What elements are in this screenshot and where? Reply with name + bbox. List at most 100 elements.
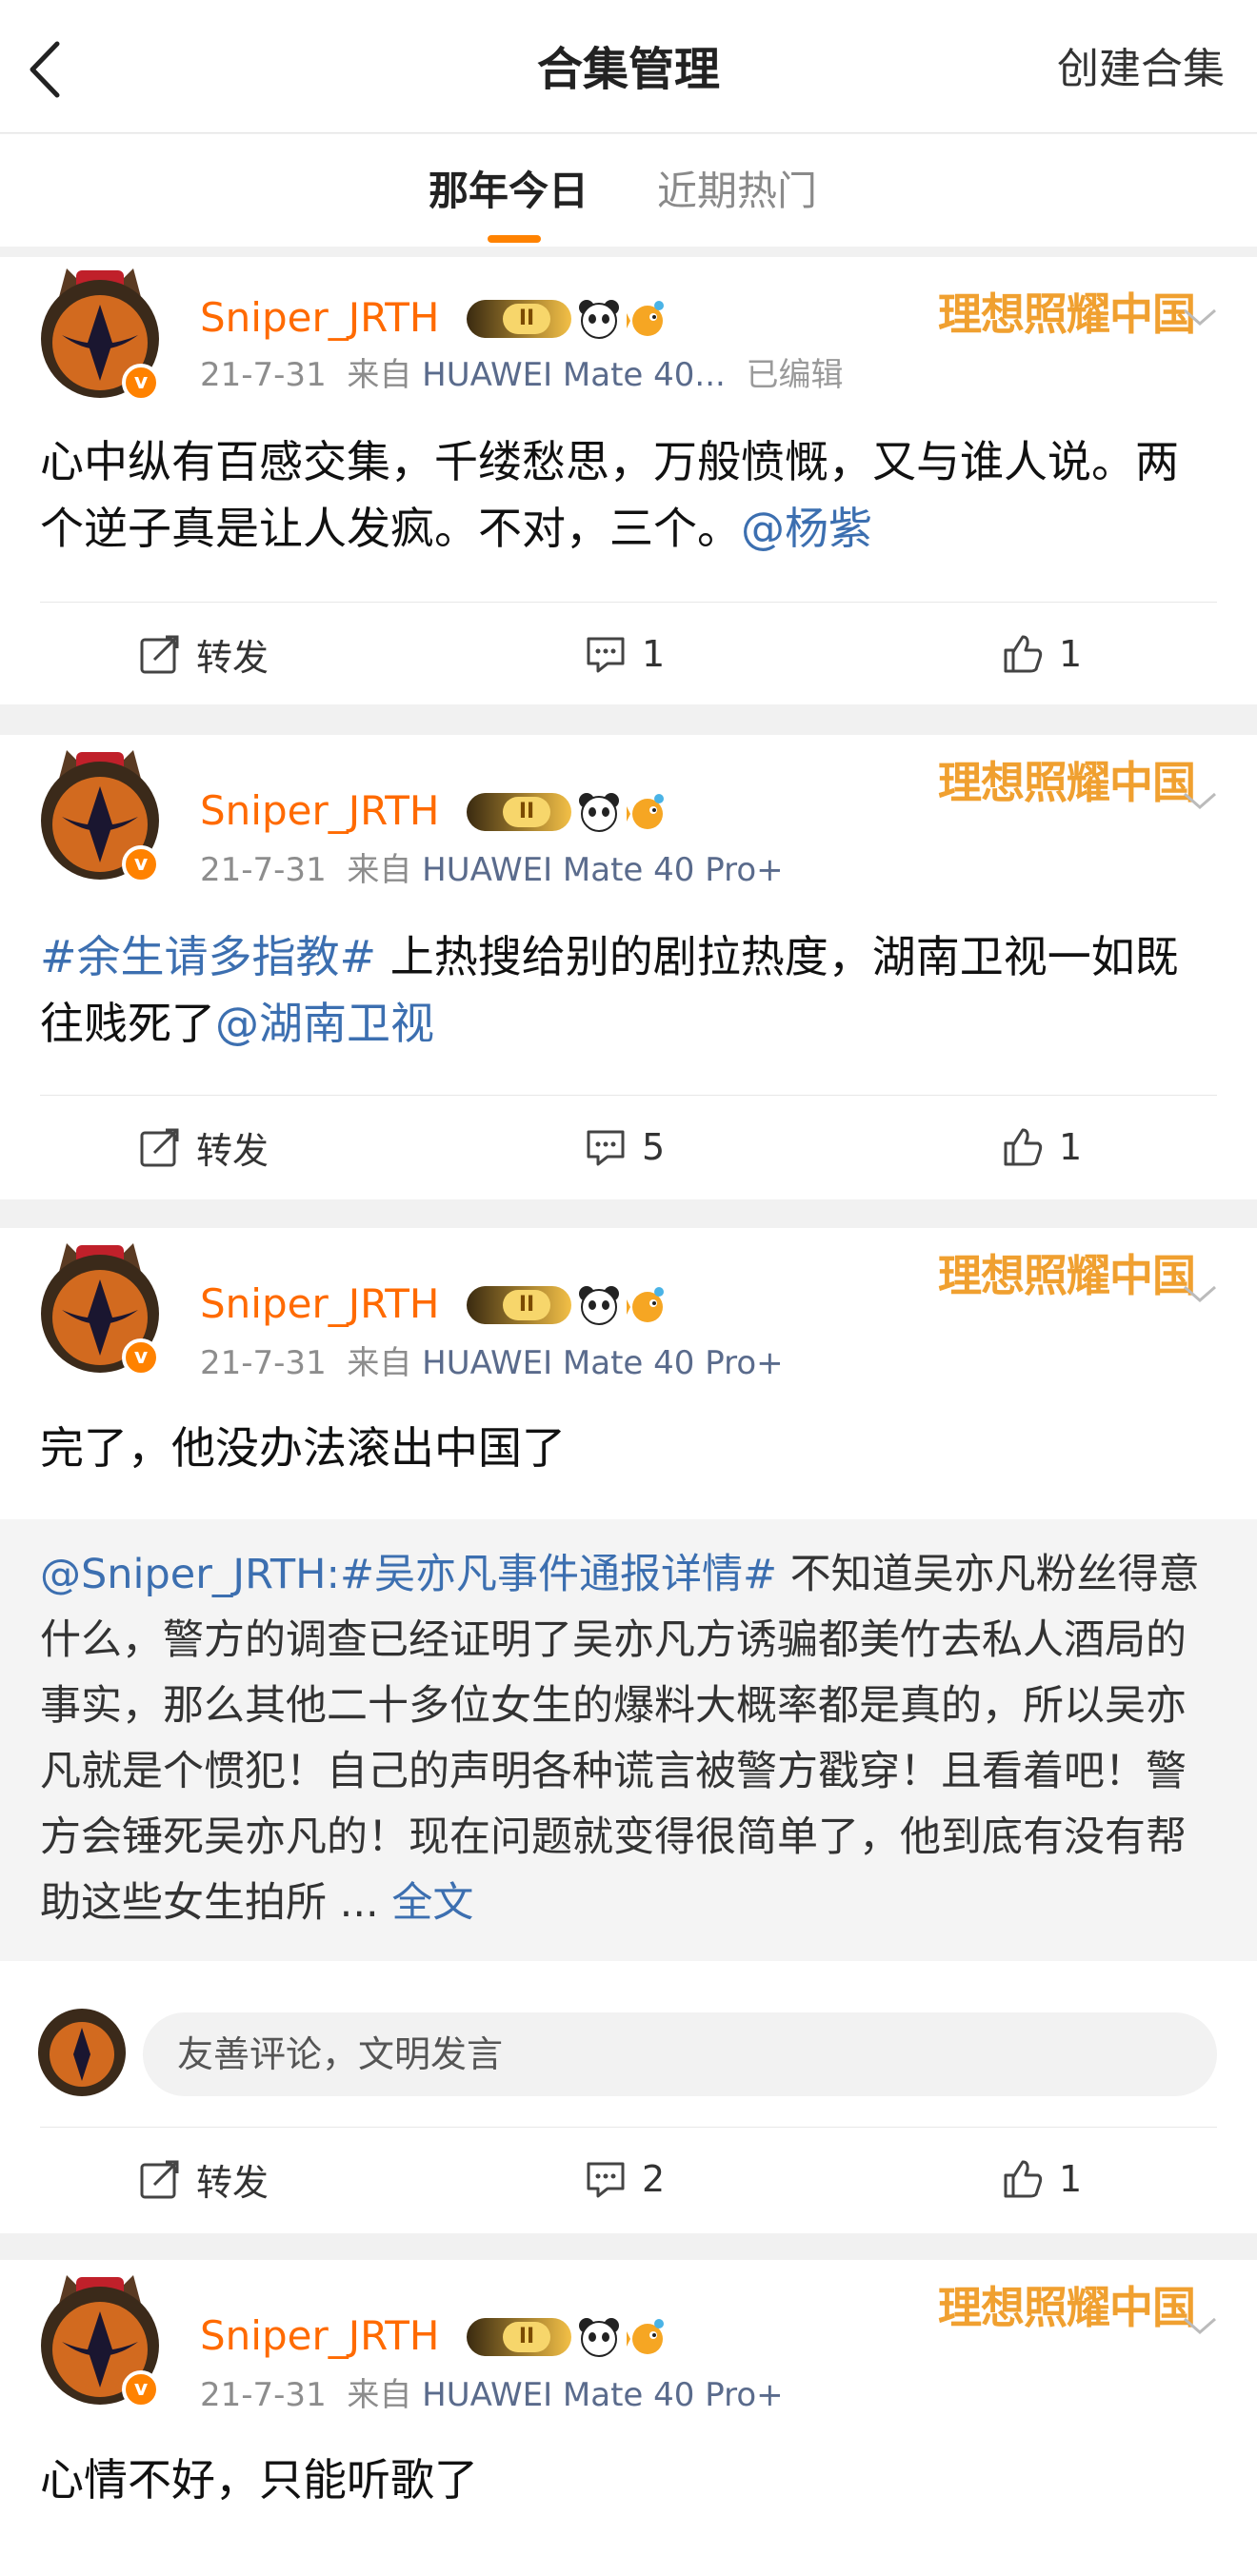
post-menu-button[interactable]: [1179, 2311, 1221, 2340]
avatar-image: [38, 2009, 126, 2096]
avatar[interactable]: [38, 2009, 126, 2096]
post-card[interactable]: v Sniper_JRTH II 理想照耀中国 21-7-31 来自 HUAWE…: [0, 735, 1257, 1199]
action-bar: 转发 5 1: [0, 1095, 1257, 1199]
post-menu-button[interactable]: [1179, 1279, 1221, 1308]
device-name: HUAWEI Mate 40 Pro+: [422, 2376, 784, 2414]
comment-composer: 友善评论，文明发言: [0, 1990, 1257, 2113]
post-meta: 21-7-31 来自 HUAWEI Mate 40 Pro+: [200, 847, 784, 893]
post-card[interactable]: v Sniper_JRTH II 理想照耀中国 21-7-31 来自 HUAWE…: [0, 1228, 1257, 2233]
comment-icon: [587, 637, 625, 673]
crown-level-badge[interactable]: II: [467, 2318, 571, 2356]
post-date: 21-7-31: [200, 356, 327, 394]
tab-bar: 那年今日 近期热门: [0, 134, 1257, 247]
forward-button[interactable]: 转发: [139, 2155, 269, 2204]
edited-label: 已编辑: [746, 356, 844, 394]
comment-count: 2: [642, 2158, 666, 2200]
chevron-down-icon: [1184, 1285, 1216, 1302]
chevron-down-icon: [1184, 2317, 1216, 2334]
device-name: HUAWEI Mate 40 Pro+: [422, 1344, 784, 1382]
badge-group: II: [467, 1281, 672, 1329]
share-icon: [140, 2160, 179, 2199]
share-icon: [140, 1128, 179, 1167]
like-count: 1: [1059, 633, 1083, 675]
post-text: 心情不好，只能听歌了: [40, 2454, 478, 2506]
back-button[interactable]: [25, 36, 82, 103]
post-date: 21-7-31: [200, 2376, 327, 2414]
like-button[interactable]: 1: [1002, 1123, 1082, 1171]
post-card[interactable]: v Sniper_JRTH II 理想照耀中国 21-7-31 来自 HUAWE…: [0, 2260, 1257, 2576]
chevron-down-icon: [1184, 308, 1216, 326]
divider: [40, 1095, 1217, 1096]
username[interactable]: Sniper_JRTH: [200, 1278, 439, 1331]
share-icon: [140, 635, 179, 674]
comment-button[interactable]: 5: [585, 1123, 665, 1171]
panda-icon: [579, 793, 619, 832]
tab-recent-hot[interactable]: 近期热门: [657, 163, 817, 220]
device-name: HUAWEI Mate 40...: [422, 356, 726, 394]
source-label: 来自: [347, 2376, 412, 2414]
forward-button[interactable]: 转发: [139, 1123, 269, 1172]
badge-group: II: [467, 295, 672, 343]
like-button[interactable]: 1: [1002, 630, 1082, 678]
comment-button[interactable]: 2: [585, 2155, 665, 2203]
thumb-up-icon: [1004, 2160, 1043, 2198]
comment-count: 1: [642, 633, 666, 675]
post-meta: 21-7-31 来自 HUAWEI Mate 40 Pro+: [200, 1340, 784, 1386]
username[interactable]: Sniper_JRTH: [200, 291, 439, 345]
like-button[interactable]: 1: [1002, 2155, 1082, 2203]
verified-badge: v: [122, 1338, 160, 1377]
hashtag-link[interactable]: #吴亦凡事件通报详情#: [340, 1551, 777, 1598]
tab-this-day[interactable]: 那年今日: [429, 163, 589, 220]
username[interactable]: Sniper_JRTH: [200, 2309, 439, 2363]
create-collection-button[interactable]: 创建合集: [1057, 36, 1225, 103]
thumb-up-icon: [1004, 1128, 1043, 1166]
badge-group: II: [467, 788, 672, 836]
verified-badge: v: [122, 845, 160, 883]
panda-icon: [579, 1286, 619, 1325]
full-text-link[interactable]: 全文: [391, 1879, 473, 1927]
comment-count: 5: [642, 1126, 666, 1168]
badge-group: II: [467, 2313, 672, 2361]
panda-icon: [579, 2318, 619, 2357]
pufferfish-icon: [627, 2319, 664, 2354]
post-text: 心中纵有百感交集，千缕愁思，万般愤慨，又与谁人说。两个逆子真是让人发疯。不对，三…: [40, 436, 1179, 554]
crown-level-badge[interactable]: II: [467, 1286, 571, 1324]
chevron-down-icon: [1184, 792, 1216, 809]
thumb-up-icon: [1004, 635, 1043, 673]
forward-button[interactable]: 转发: [139, 630, 269, 679]
like-count: 1: [1059, 2158, 1083, 2200]
active-tab-indicator: [488, 235, 541, 243]
comment-button[interactable]: 1: [585, 630, 665, 678]
comment-icon: [587, 1130, 625, 1166]
mention-link[interactable]: @湖南卫视: [215, 998, 434, 1049]
chevron-left-icon: [30, 41, 60, 98]
post-meta: 21-7-31 来自 HUAWEI Mate 40 Pro+: [200, 2372, 784, 2418]
post-date: 21-7-31: [200, 1344, 327, 1382]
post-card[interactable]: v Sniper_JRTH II 理想照耀中国 21-7-31 来自 HUAWE…: [0, 257, 1257, 704]
brand-tag: 理想照耀中国: [938, 2282, 1196, 2333]
pufferfish-icon: [627, 1287, 664, 1322]
panda-icon: [579, 300, 619, 339]
pufferfish-icon: [627, 794, 664, 829]
brand-tag: 理想照耀中国: [938, 288, 1196, 340]
username[interactable]: Sniper_JRTH: [200, 784, 439, 838]
crown-level-badge[interactable]: II: [467, 793, 571, 831]
repost-author-link[interactable]: @Sniper_JRTH:: [40, 1551, 340, 1598]
post-menu-button[interactable]: [1179, 786, 1221, 815]
source-label: 来自: [347, 356, 412, 394]
brand-tag: 理想照耀中国: [938, 1250, 1196, 1301]
comment-input[interactable]: 友善评论，文明发言: [143, 2012, 1217, 2096]
crown-level-badge[interactable]: II: [467, 300, 571, 338]
device-name: HUAWEI Mate 40 Pro+: [422, 851, 784, 889]
brand-tag: 理想照耀中国: [938, 757, 1196, 808]
mention-link[interactable]: @杨紫: [741, 503, 872, 554]
post-meta: 21-7-31 来自 HUAWEI Mate 40... 已编辑: [200, 352, 843, 398]
hashtag-link[interactable]: #余生请多指教#: [40, 931, 376, 982]
top-bar: 合集管理 创建合集: [0, 0, 1257, 133]
post-menu-button[interactable]: [1179, 303, 1221, 331]
reposted-content[interactable]: @Sniper_JRTH:#吴亦凡事件通报详情# 不知道吴亦凡粉丝得意什么，警方…: [0, 1519, 1257, 1961]
verified-badge: v: [122, 364, 160, 402]
verified-badge: v: [122, 2370, 160, 2408]
action-bar: 转发 2 1: [0, 2127, 1257, 2231]
post-text: 完了，他没办法滚出中国了: [40, 1422, 566, 1474]
